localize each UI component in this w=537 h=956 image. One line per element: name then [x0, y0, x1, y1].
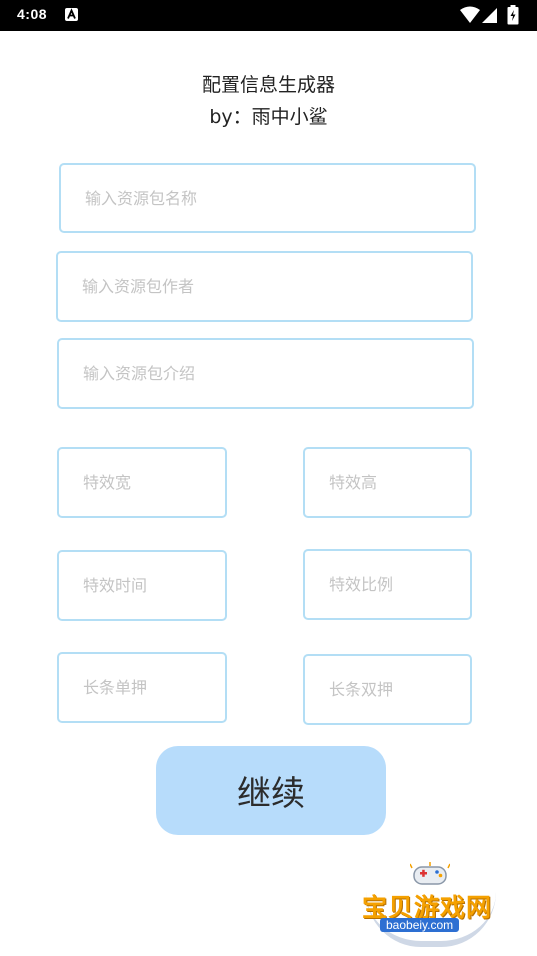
effect-ratio-input[interactable] — [303, 549, 472, 620]
signal-icon — [482, 6, 498, 28]
effect-height-input[interactable] — [303, 447, 472, 518]
pack-intro-input[interactable] — [57, 338, 474, 409]
status-time: 4:08 — [17, 6, 48, 22]
pack-name-input[interactable] — [59, 163, 476, 233]
pack-author-input[interactable] — [56, 251, 473, 322]
watermark-url: baobeiy.com — [380, 918, 460, 932]
continue-button[interactable]: 继续 — [156, 746, 386, 835]
wifi-icon — [460, 6, 480, 28]
long-single-input[interactable] — [57, 652, 227, 723]
watermark-logo: 宝贝游戏网 baobeiy.com — [358, 862, 508, 952]
status-bar: 4:08 — [0, 0, 537, 31]
effect-time-input[interactable] — [57, 550, 227, 621]
battery-icon — [507, 5, 519, 29]
effect-width-input[interactable] — [57, 447, 227, 518]
author-credit: by：雨中小鲨 — [209, 106, 328, 128]
page-title: 配置信息生成器 — [201, 74, 335, 96]
long-double-input[interactable] — [303, 654, 472, 725]
app-screen: 4:08 配置信息生成器 by：雨中小鲨 输入资源包名称 输入资源包作者 输入资… — [0, 0, 537, 956]
notification-a-icon — [65, 8, 78, 21]
